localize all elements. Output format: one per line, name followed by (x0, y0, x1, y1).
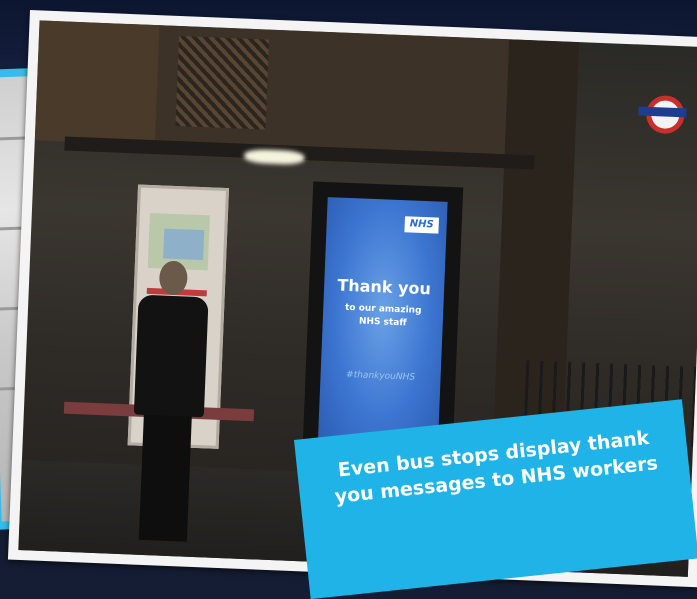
nhs-logo: NHS (404, 216, 439, 234)
ad-title: Thank you (337, 275, 432, 299)
person-legs (138, 409, 193, 542)
ad-hashtag: #thankyouNHS (345, 369, 416, 383)
decorative-window (175, 36, 270, 130)
caption-text: Even bus stops display thank you message… (333, 426, 659, 508)
person-photographer (133, 294, 209, 418)
ad-subtitle: to our amazing NHS staff (344, 302, 422, 329)
map-water (163, 228, 205, 261)
nhs-thank-you-screen: NHS Thank you to our amazing NHS staff #… (317, 197, 448, 452)
underground-roundel-bar (638, 106, 687, 118)
shelter-light (244, 148, 305, 166)
